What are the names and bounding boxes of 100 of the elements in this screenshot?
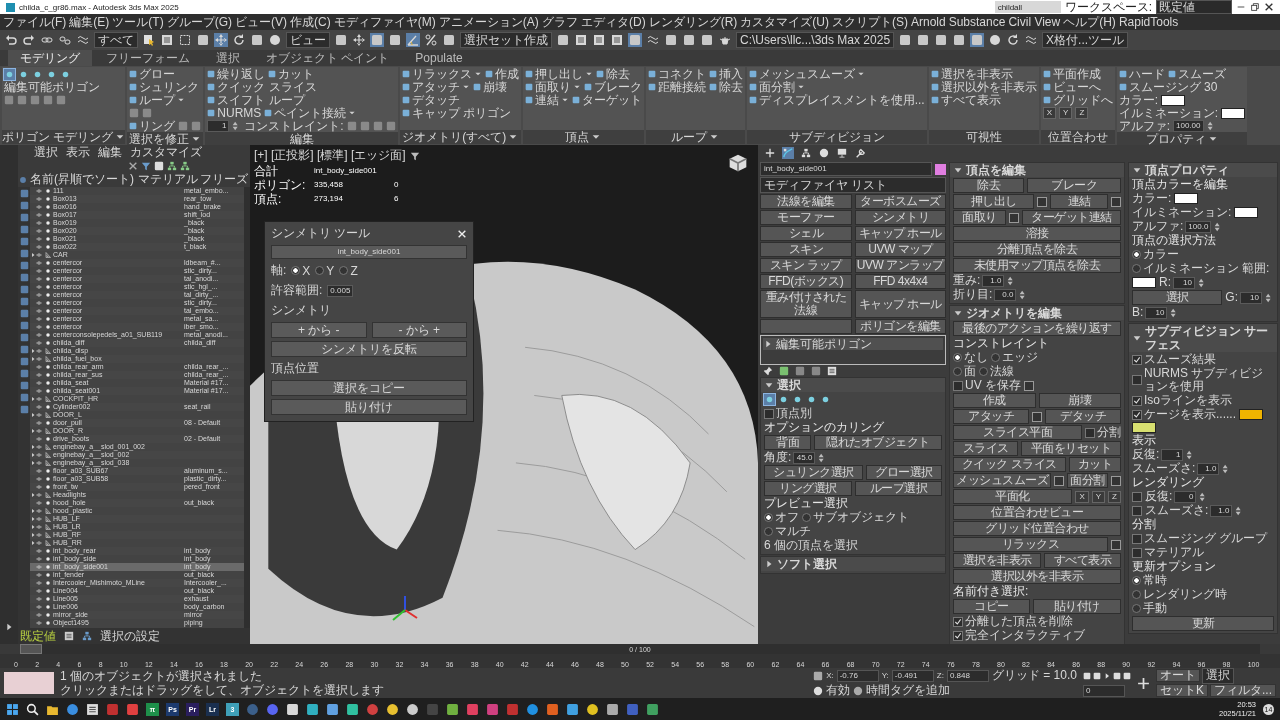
toolbar-button[interactable] (952, 33, 967, 47)
eye-icon[interactable] (36, 612, 42, 618)
toolbar-button[interactable] (916, 33, 931, 47)
expand-arrow-icon[interactable] (763, 339, 773, 349)
filter-icon[interactable] (141, 161, 151, 171)
menu-item[interactable]: 編集 (98, 145, 122, 160)
radio-button[interactable] (315, 266, 325, 275)
panel-button[interactable]: FFD 4x4x4 (854, 274, 946, 289)
square-icon[interactable] (1112, 671, 1121, 680)
collapse-arrow-icon[interactable] (764, 380, 774, 390)
square-icon[interactable] (1122, 671, 1131, 680)
panel-button[interactable]: 分離頂点を除去 (953, 242, 1121, 257)
dropdown-button[interactable]: ペイント接続 (264, 107, 357, 119)
ribbon-button[interactable]: 挿入 (708, 68, 743, 80)
color-swatch[interactable] (1239, 409, 1263, 420)
ribbon-button[interactable]: NURMS (207, 107, 262, 119)
eye-icon[interactable] (36, 476, 42, 482)
ribbon-button[interactable]: デタッチ (401, 94, 460, 106)
check-icon[interactable] (1132, 354, 1142, 365)
filter-icon[interactable] (409, 150, 420, 161)
eye-icon[interactable] (36, 468, 42, 474)
settings-label[interactable]: 選択の設定 (100, 627, 160, 645)
ribbon-button[interactable]: スムーズ (1167, 68, 1226, 80)
direction-button[interactable]: + から - (271, 322, 367, 338)
toolbar-button[interactable] (1024, 33, 1039, 47)
hierarchy-icon[interactable] (180, 161, 190, 171)
eye-icon[interactable] (36, 220, 42, 226)
panel-button[interactable]: スキン ラップ (760, 258, 852, 273)
toolbar-button[interactable] (556, 33, 570, 47)
direction-button[interactable]: - から + (371, 322, 467, 338)
eye-icon[interactable] (36, 532, 42, 538)
panel-button[interactable]: 位置合わせビュー (953, 505, 1121, 520)
radio-button[interactable] (764, 527, 773, 536)
panel-button[interactable]: UVW マップ (854, 242, 946, 257)
ribbon-button[interactable]: 作成 (484, 68, 519, 80)
toolbar-button[interactable] (442, 33, 456, 47)
circle-icon[interactable] (853, 685, 864, 696)
menu-item[interactable]: Arnold (911, 14, 946, 30)
menu-item[interactable]: 選択 (34, 145, 58, 160)
panel-button[interactable]: ブレーク (1027, 178, 1121, 193)
square-icon[interactable] (346, 702, 359, 716)
toolbar-button[interactable] (4, 33, 18, 47)
toolbar-button[interactable] (352, 33, 366, 47)
settings-button[interactable] (1111, 196, 1121, 207)
menu-item[interactable]: モディファイヤ(M) (333, 14, 436, 30)
eye-icon[interactable] (36, 188, 42, 194)
panel-button[interactable]: 未使用マップ頂点を除去 (953, 258, 1121, 273)
radio-button[interactable] (1132, 250, 1141, 259)
settings-button[interactable] (1009, 212, 1019, 223)
eye-icon[interactable] (36, 444, 42, 450)
toolbar-button[interactable] (196, 33, 210, 47)
menu-item[interactable]: Civil View (1008, 14, 1061, 30)
ribbon-button[interactable]: コネクト (647, 68, 706, 80)
eye-icon[interactable] (36, 580, 42, 586)
spinner-field[interactable]: 10 (1145, 306, 1168, 319)
circle-icon[interactable] (386, 702, 399, 716)
time-slider-thumb[interactable] (20, 644, 42, 654)
toolbar-dropdown[interactable]: C:\Users\llc...\3ds Max 2025 (736, 32, 895, 48)
panel-button[interactable]: 選択 (1132, 290, 1223, 305)
panel-button[interactable]: ポリゴンを編集 (854, 319, 946, 334)
dropdown-button[interactable]: 連結 (524, 94, 569, 106)
menu-item[interactable]: レンダリング(R) (648, 14, 738, 30)
selection-mode-icon[interactable] (792, 394, 803, 405)
checkbox[interactable] (1132, 375, 1142, 385)
radio-button[interactable] (953, 353, 962, 362)
panel-button[interactable]: スライス (953, 441, 1019, 456)
toolbar-button[interactable] (664, 33, 678, 47)
spinner-field[interactable]: 10 (1173, 276, 1195, 289)
ribbon-button[interactable]: カット (268, 68, 315, 80)
check-icon[interactable] (1132, 395, 1142, 406)
eye-icon[interactable] (36, 436, 42, 442)
eye-icon[interactable] (36, 548, 42, 554)
panel-button[interactable]: 更新 (1132, 616, 1274, 631)
settings-button[interactable] (1032, 411, 1042, 422)
eye-icon[interactable] (36, 572, 42, 578)
eye-icon[interactable] (36, 300, 42, 306)
list-icon[interactable] (827, 366, 837, 376)
coordinate-field[interactable]: -0.76 (836, 669, 879, 682)
menu-item[interactable]: 表示 (66, 145, 90, 160)
checkbox[interactable] (1132, 505, 1142, 516)
panel-button[interactable]: リング選択 (764, 481, 852, 496)
settings-button[interactable] (1111, 539, 1121, 550)
eye-icon[interactable] (36, 332, 42, 338)
coordinate-field[interactable]: -0.491 (891, 669, 934, 682)
panel-button[interactable]: 平面をリセット (1021, 441, 1121, 456)
panel-button[interactable]: スライス平面 (953, 425, 1082, 440)
coordinate-field[interactable]: 0.848 (946, 669, 989, 682)
ribbon-button[interactable]: 崩壊 (472, 81, 507, 93)
toolbar-button[interactable] (76, 33, 90, 47)
expand-arrow-icon[interactable] (30, 492, 36, 498)
radio-button[interactable] (1132, 590, 1141, 599)
command-tab[interactable] (800, 147, 812, 159)
panel-button[interactable]: スキン (760, 242, 852, 257)
collapse-arrow-icon[interactable] (953, 308, 963, 318)
eye-icon[interactable] (36, 460, 42, 466)
checkbox[interactable] (1132, 533, 1142, 544)
dropdown-button[interactable]: 面取り (524, 81, 581, 93)
menu-item[interactable]: RapidTools (1118, 14, 1179, 30)
modifier-list-dropdown[interactable]: モディファイヤ リスト (760, 177, 946, 193)
panel-button[interactable]: 押し出し (953, 194, 1034, 209)
